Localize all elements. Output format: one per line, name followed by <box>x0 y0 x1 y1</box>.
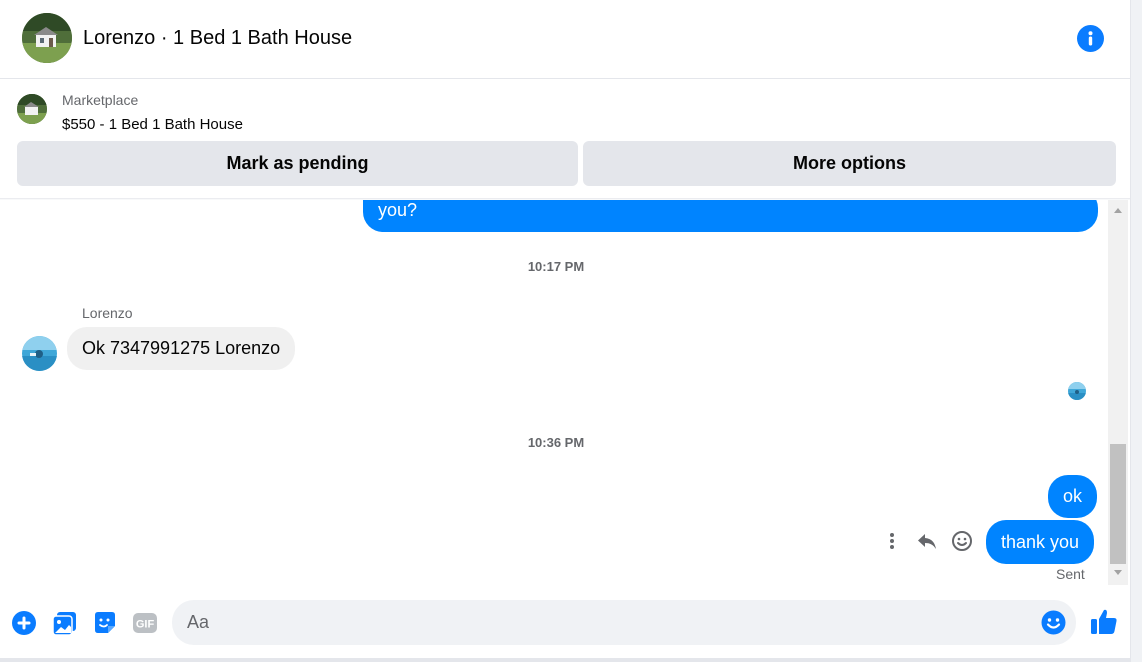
message-bubble-outgoing[interactable]: ok <box>1048 475 1098 518</box>
photo-icon[interactable] <box>51 609 79 637</box>
info-glyph <box>1088 31 1093 46</box>
reply-icon[interactable] <box>915 529 939 553</box>
sticker-face-icon <box>95 612 115 633</box>
read-receipt-avatar <box>1068 382 1086 400</box>
message-text: thank you <box>1001 531 1080 552</box>
message-input[interactable] <box>172 600 1076 645</box>
info-icon[interactable] <box>1077 25 1104 52</box>
vertical-dots-icon <box>890 533 894 549</box>
message-list: you? 10:17 PM Lorenzo Ok 7347991275 Lore… <box>0 200 1108 585</box>
house-photo-icon <box>22 13 72 63</box>
mark-as-pending-button[interactable]: Mark as pending <box>17 141 578 186</box>
react-icon[interactable] <box>950 529 974 553</box>
sender-name: Lorenzo <box>82 305 133 321</box>
marketplace-label: Marketplace <box>62 92 139 108</box>
chat-window: Lorenzo · 1 Bed 1 Bath House Marketplace… <box>0 0 1131 662</box>
scrollbar-thumb[interactable] <box>1110 444 1126 564</box>
sticker-icon[interactable] <box>91 609 119 637</box>
timestamp: 10:36 PM <box>527 435 585 450</box>
image-gallery-icon <box>52 612 76 636</box>
sender-avatar[interactable] <box>22 336 57 371</box>
listing-thumbnail[interactable] <box>17 94 47 124</box>
smiley-outline-icon <box>952 531 972 551</box>
message-bubble-outgoing[interactable]: you? <box>363 200 1098 232</box>
thumbs-up-icon <box>1091 609 1117 634</box>
message-text: Ok 7347991275 Lorenzo <box>82 338 281 358</box>
message-text: ok <box>1063 486 1083 506</box>
chat-header: Lorenzo · 1 Bed 1 Bath House <box>0 0 1131 79</box>
like-icon[interactable] <box>1089 607 1119 637</box>
message-text: you? <box>378 200 418 220</box>
emoji-icon[interactable] <box>1040 609 1067 636</box>
add-icon[interactable] <box>10 609 38 637</box>
message-bubble-outgoing[interactable]: thank you <box>986 520 1095 564</box>
gif-icon[interactable]: GIF <box>131 609 159 637</box>
reply-arrow-icon <box>918 534 936 549</box>
house-thumbnail-icon <box>17 94 47 124</box>
scroll-down-arrow-icon[interactable] <box>1114 570 1122 575</box>
timestamp: 10:17 PM <box>527 259 585 274</box>
more-options-button[interactable]: More options <box>583 141 1116 186</box>
beach-photo-avatar-icon <box>22 336 57 371</box>
page-gutter <box>1131 0 1142 662</box>
conversation-avatar[interactable] <box>22 13 72 63</box>
bottom-border <box>0 658 1131 662</box>
listing-title[interactable]: $550 - 1 Bed 1 Bath House <box>62 116 243 133</box>
svg-text:GIF: GIF <box>136 619 155 631</box>
message-bubble-incoming[interactable]: Ok 7347991275 Lorenzo <box>67 327 296 370</box>
plus-circle-icon <box>12 611 36 635</box>
smiley-filled-icon <box>1041 610 1066 635</box>
gif-badge-icon: GIF <box>133 613 157 633</box>
scrollbar[interactable] <box>1108 200 1128 585</box>
scroll-up-arrow-icon[interactable] <box>1114 208 1122 213</box>
read-receipt-icon <box>1068 382 1086 400</box>
conversation-title[interactable]: Lorenzo · 1 Bed 1 Bath House <box>83 27 352 50</box>
more-actions-icon[interactable] <box>880 529 904 553</box>
message-status: Sent <box>1056 566 1085 582</box>
